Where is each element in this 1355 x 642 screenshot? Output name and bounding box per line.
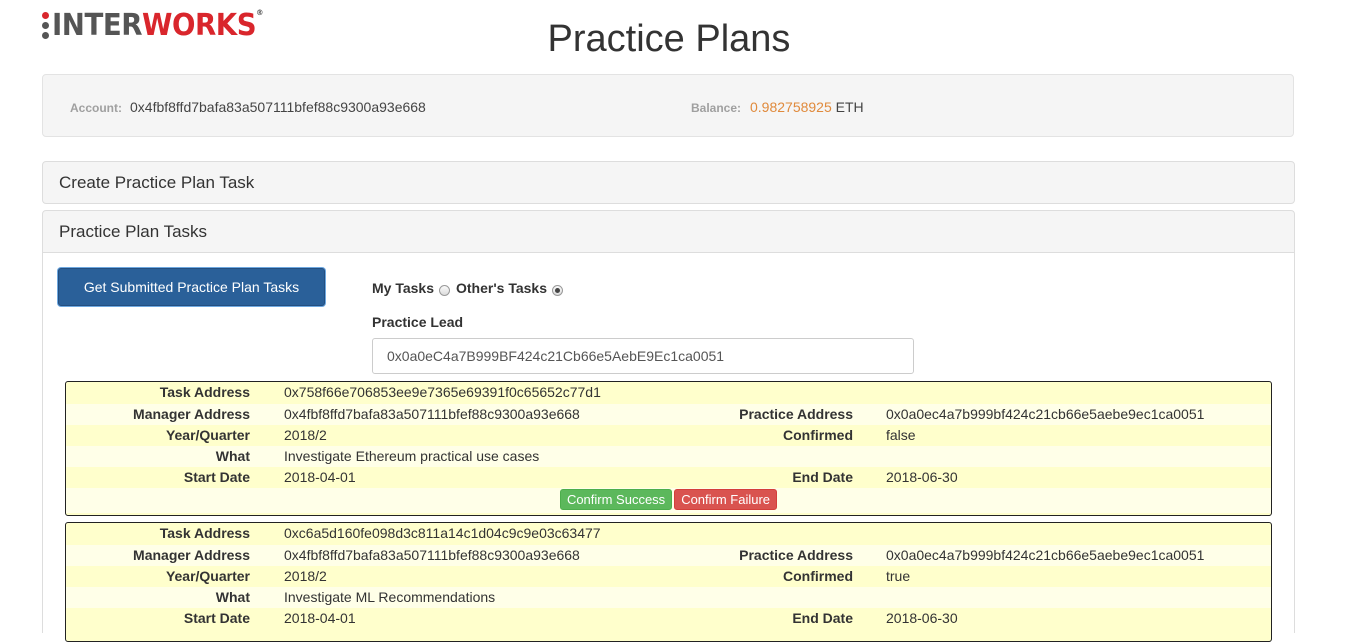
practice-address-value: 0x0a0ec4a7b999bf424c21cb66e5aebe9ec1ca00… bbox=[886, 547, 1205, 563]
task-row: What Investigate ML Recommendations bbox=[66, 587, 1271, 608]
practice-address-value: 0x0a0ec4a7b999bf424c21cb66e5aebe9ec1ca00… bbox=[886, 406, 1205, 422]
what-label: What bbox=[215, 448, 250, 464]
end-date-value: 2018-06-30 bbox=[886, 610, 958, 626]
confirmed-value: true bbox=[886, 568, 911, 584]
practice-address-label: Practice Address bbox=[739, 406, 853, 422]
task-row: Task Address 0x758f66e706853ee9e7365e693… bbox=[66, 382, 1271, 404]
task-row: Start Date 2018-04-01 End Date 2018-06-3… bbox=[66, 608, 1271, 629]
others-tasks-radio[interactable] bbox=[552, 284, 563, 296]
start-date-label: Start Date bbox=[183, 469, 250, 485]
what-value: Investigate Ethereum practical use cases bbox=[284, 448, 540, 464]
manager-address-label: Manager Address bbox=[133, 547, 250, 563]
start-date-value: 2018-04-01 bbox=[284, 469, 356, 485]
get-submitted-tasks-button[interactable]: Get Submitted Practice Plan Tasks bbox=[58, 268, 325, 306]
panel-create-task-header[interactable]: Create Practice Plan Task bbox=[42, 161, 1295, 204]
task-address-label: Task Address bbox=[159, 525, 250, 541]
manager-address-value: 0x4fbf8ffd7bafa83a507111bfef88c9300a93e6… bbox=[284, 406, 580, 422]
task-row: Manager Address 0x4fbf8ffd7bafa83a507111… bbox=[66, 545, 1271, 566]
balance-value: 0.982758925 ETH bbox=[750, 99, 864, 115]
task-row: Task Address 0xc6a5d160fe098d3c811a14c1d… bbox=[66, 523, 1271, 545]
task-address-label: Task Address bbox=[159, 384, 250, 400]
confirm-failure-button[interactable]: Confirm Failure bbox=[674, 489, 778, 510]
task-row: Year/Quarter 2018/2 Confirmed false bbox=[66, 425, 1271, 446]
task-row: Manager Address 0x4fbf8ffd7bafa83a507111… bbox=[66, 404, 1271, 425]
task-filter-radios: My Tasks Other's Tasks bbox=[372, 280, 569, 296]
year-quarter-value: 2018/2 bbox=[284, 427, 327, 443]
task-address-value: 0x758f66e706853ee9e7365e69391f0c65652c77… bbox=[284, 384, 601, 400]
confirmed-label: Confirmed bbox=[783, 568, 853, 584]
manager-address-label: Manager Address bbox=[133, 406, 250, 422]
my-tasks-radio[interactable] bbox=[439, 284, 450, 296]
account-info-well: Account: 0x4fbf8ffd7bafa83a507111bfef88c… bbox=[42, 74, 1294, 137]
task-row: Year/Quarter 2018/2 Confirmed true bbox=[66, 566, 1271, 587]
account-value: 0x4fbf8ffd7bafa83a507111bfef88c9300a93e6… bbox=[130, 99, 426, 115]
task-actions: Confirm Success Confirm Failure bbox=[66, 488, 1271, 513]
confirmed-label: Confirmed bbox=[783, 427, 853, 443]
year-quarter-label: Year/Quarter bbox=[165, 568, 250, 584]
year-quarter-value: 2018/2 bbox=[284, 568, 327, 584]
my-tasks-label: My Tasks bbox=[372, 280, 434, 296]
balance-label: Balance: bbox=[691, 101, 742, 115]
practice-address-label: Practice Address bbox=[739, 547, 853, 563]
what-label: What bbox=[215, 589, 250, 605]
year-quarter-label: Year/Quarter bbox=[165, 427, 250, 443]
manager-address-value: 0x4fbf8ffd7bafa83a507111bfef88c9300a93e6… bbox=[284, 547, 580, 563]
practice-lead-input[interactable] bbox=[372, 338, 914, 374]
task-card: Task Address 0xc6a5d160fe098d3c811a14c1d… bbox=[65, 522, 1272, 642]
others-tasks-label: Other's Tasks bbox=[456, 280, 547, 296]
account-label: Account: bbox=[70, 101, 122, 115]
end-date-label: End Date bbox=[792, 610, 853, 626]
end-date-label: End Date bbox=[792, 469, 853, 485]
start-date-value: 2018-04-01 bbox=[284, 610, 356, 626]
start-date-label: Start Date bbox=[183, 610, 250, 626]
what-value: Investigate ML Recommendations bbox=[284, 589, 496, 605]
task-card: Task Address 0x758f66e706853ee9e7365e693… bbox=[65, 381, 1272, 516]
balance-unit: ETH bbox=[835, 99, 864, 115]
task-row: What Investigate Ethereum practical use … bbox=[66, 446, 1271, 467]
confirm-success-button[interactable]: Confirm Success bbox=[559, 489, 673, 510]
balance-amount: 0.982758925 bbox=[750, 99, 832, 115]
end-date-value: 2018-06-30 bbox=[886, 469, 958, 485]
page-title: Practice Plans bbox=[547, 18, 791, 60]
task-address-value: 0xc6a5d160fe098d3c811a14c1d04c9c9e03c634… bbox=[284, 525, 601, 541]
confirmed-value: false bbox=[886, 427, 916, 443]
task-row: Start Date 2018-04-01 End Date 2018-06-3… bbox=[66, 467, 1271, 488]
practice-lead-label: Practice Lead bbox=[372, 314, 464, 330]
panel-tasks-header[interactable]: Practice Plan Tasks bbox=[42, 210, 1295, 253]
